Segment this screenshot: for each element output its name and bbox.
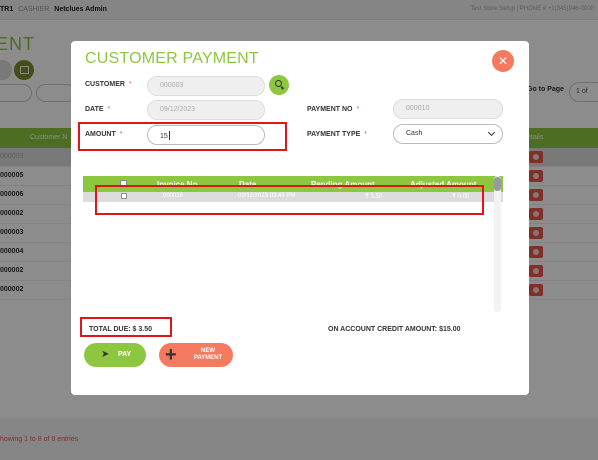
amount-input[interactable]: 15 [147,125,265,145]
invoice-date: 09/12/2023 03:49 PM [238,193,296,199]
select-all-checkbox[interactable] [120,180,127,187]
customer-label-text: CUSTOMER [85,81,125,88]
payment-no-label: PAYMENT NO * [307,106,359,113]
date-field[interactable]: 09/12/2023 [147,100,265,120]
payment-no-field[interactable]: 000010 [393,99,503,119]
modal-title: CUSTOMER PAYMENT [85,50,259,67]
new-payment-label: NEW PAYMENT [193,348,223,361]
date-label: DATE * [85,106,110,113]
pay-button-label: PAY [118,351,132,358]
total-due: TOTAL DUE: $ 3.50 [89,326,153,333]
date-label-text: DATE [85,106,104,113]
search-icon[interactable] [269,75,289,95]
table-row[interactable]: 000016 09/12/2023 03:49 PM ₹ 3.50 ₹ 0.00 [83,192,503,202]
pay-button[interactable]: ➤ PAY [84,343,146,367]
invoice-no: 000016 [163,193,184,199]
adjusted-amount[interactable]: ₹ 0.00 [452,193,469,200]
pending-amount: ₹ 3.50 [365,194,383,200]
scrollbar-thumb[interactable] [494,177,501,191]
invoice-table: Invoice No Date Pending Amount Adjusted … [83,176,503,312]
payment-type-value: Cash [406,130,423,137]
amount-value: 15 [160,133,168,140]
column-adjusted-amount: Adjusted Amount [410,180,477,189]
send-icon: ➤ [101,349,110,360]
required-mark: * [107,106,111,113]
row-checkbox[interactable] [121,193,127,199]
column-date: Date [239,180,257,189]
required-mark: * [128,81,132,88]
payment-type-label-text: PAYMENT TYPE [307,131,361,138]
invoice-table-header: Invoice No Date Pending Amount Adjusted … [83,176,503,192]
required-mark: * [119,131,123,138]
new-payment-button[interactable]: + NEW PAYMENT [159,343,233,367]
account-credit-amount: ON ACCOUNT CREDIT AMOUNT: $15.00 [328,326,461,333]
customer-label: CUSTOMER * [85,81,132,88]
close-icon[interactable]: ✕ [492,50,514,72]
payment-type-label: PAYMENT TYPE * [307,131,367,138]
amount-label-text: AMOUNT [85,131,116,138]
payment-type-select[interactable]: Cash [393,124,503,144]
required-mark: * [356,106,360,113]
text-cursor [168,131,170,140]
chevron-down-icon [487,128,496,137]
required-mark: * [364,131,368,138]
payment-no-label-text: PAYMENT NO [307,106,353,113]
amount-label: AMOUNT * [85,131,122,138]
customer-field[interactable]: 000003 [147,76,265,96]
column-pending-amount: Pending Amount [311,180,375,189]
column-invoice-no: Invoice No [157,180,198,189]
table-scrollbar[interactable] [494,176,501,312]
plus-icon: + [165,344,177,366]
customer-payment-modal: CUSTOMER PAYMENT ✕ CUSTOMER * 000003 DATE… [71,41,529,395]
